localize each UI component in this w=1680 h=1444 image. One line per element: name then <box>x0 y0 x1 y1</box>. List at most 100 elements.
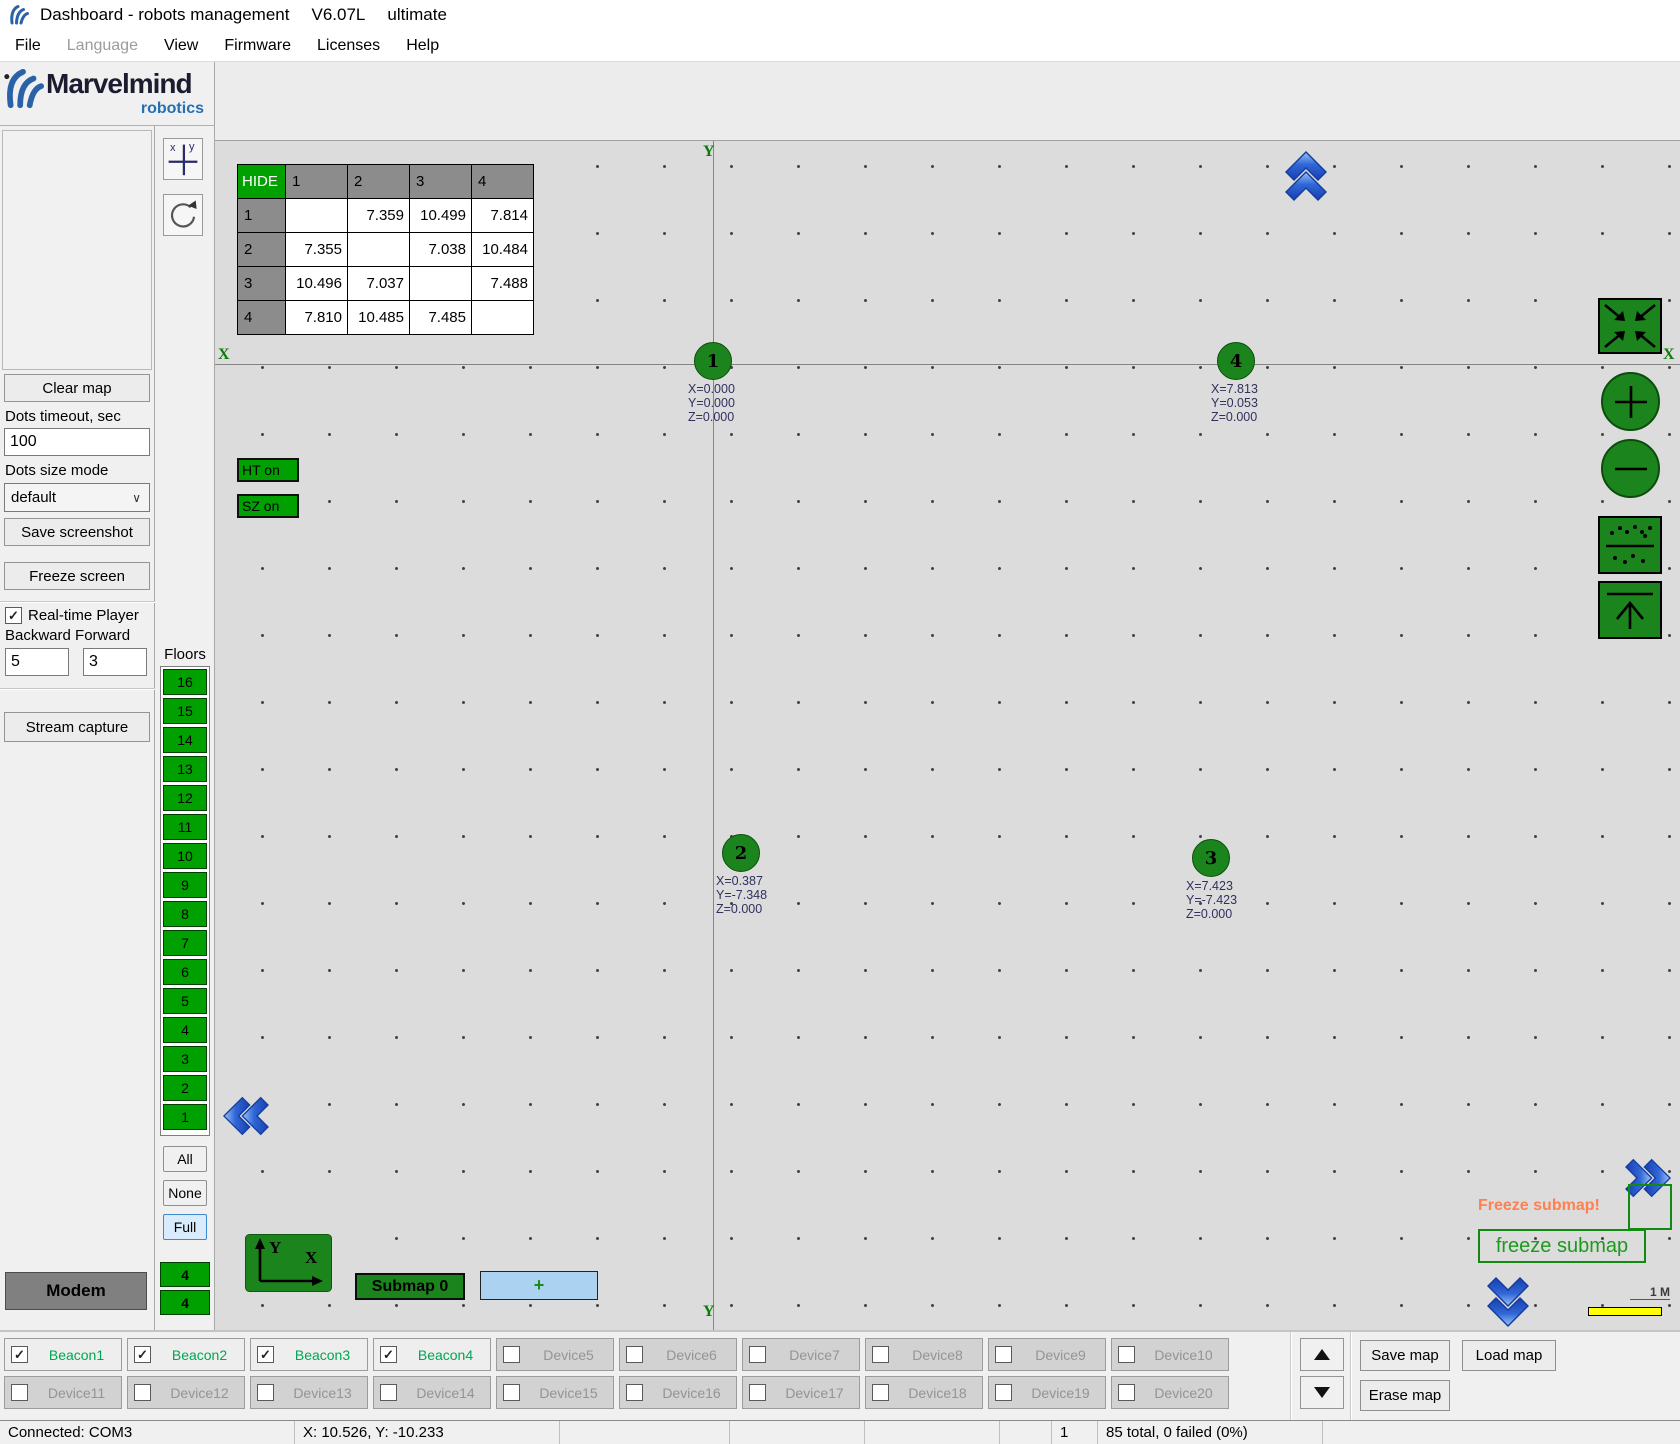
load-map-button[interactable]: Load map <box>1462 1340 1556 1371</box>
device-toggle-beacon1[interactable]: Beacon1 <box>4 1338 122 1371</box>
sz-toggle-button[interactable]: SZ on <box>237 494 299 518</box>
pan-up-icon[interactable] <box>1283 151 1329 206</box>
checkbox-icon[interactable] <box>749 1346 766 1363</box>
stream-capture-button[interactable]: Stream capture <box>4 712 150 742</box>
device-toggle-beacon3[interactable]: Beacon3 <box>250 1338 368 1371</box>
dots-size-select[interactable]: default ∨ <box>4 483 150 512</box>
ht-toggle-button[interactable]: HT on <box>237 458 299 482</box>
floor-button-7[interactable]: 7 <box>163 930 207 956</box>
checkbox-icon[interactable] <box>134 1346 151 1363</box>
device-toggle-beacon2[interactable]: Beacon2 <box>127 1338 245 1371</box>
freeze-submap-checkbox[interactable] <box>1628 1184 1672 1230</box>
zoom-in-button[interactable] <box>1601 372 1660 431</box>
device-toggle-device9[interactable]: Device9 <box>988 1338 1106 1371</box>
checkbox-icon[interactable] <box>626 1384 643 1401</box>
floor-button-4[interactable]: 4 <box>163 1017 207 1043</box>
floors-none-button[interactable]: None <box>163 1180 207 1206</box>
checkbox-icon[interactable] <box>11 1384 28 1401</box>
menu-file[interactable]: File <box>2 33 54 59</box>
submap-0-button[interactable]: Submap 0 <box>355 1273 465 1300</box>
checkbox-icon[interactable] <box>626 1346 643 1363</box>
checkbox-icon[interactable] <box>995 1346 1012 1363</box>
save-map-button[interactable]: Save map <box>1360 1340 1450 1371</box>
device-toggle-beacon4[interactable]: Beacon4 <box>373 1338 491 1371</box>
floor-button-10[interactable]: 10 <box>163 843 207 869</box>
map-area[interactable]: Y Y X X HIDE123417.35910.4997.81427.3557… <box>215 140 1680 1330</box>
device-toggle-device13[interactable]: Device13 <box>250 1376 368 1409</box>
device-toggle-device12[interactable]: Device12 <box>127 1376 245 1409</box>
device-scroll-up-button[interactable] <box>1300 1338 1344 1371</box>
beacon-marker-2[interactable]: 2 <box>722 834 760 872</box>
floor-button-14[interactable]: 14 <box>163 727 207 753</box>
menu-language[interactable]: Language <box>54 33 151 59</box>
floor-button-16[interactable]: 16 <box>163 669 207 695</box>
device-scroll-down-button[interactable] <box>1300 1376 1344 1409</box>
checkbox-icon[interactable] <box>257 1384 274 1401</box>
checkbox-icon[interactable] <box>380 1346 397 1363</box>
checkbox-icon[interactable] <box>134 1384 151 1401</box>
checkbox-icon[interactable] <box>1118 1346 1135 1363</box>
freeze-submap-button[interactable]: freeze submap <box>1478 1229 1646 1263</box>
rotate-map-button[interactable] <box>163 194 203 236</box>
floor-button-15[interactable]: 15 <box>163 698 207 724</box>
device-toggle-device11[interactable]: Device11 <box>4 1376 122 1409</box>
realtime-player-toggle[interactable]: Real-time Player <box>5 607 139 624</box>
floor-button-12[interactable]: 12 <box>163 785 207 811</box>
floor-button-2[interactable]: 2 <box>163 1075 207 1101</box>
floor-extra-button-0[interactable]: 4 <box>160 1262 210 1287</box>
floor-button-13[interactable]: 13 <box>163 756 207 782</box>
floor-button-8[interactable]: 8 <box>163 901 207 927</box>
dots-timeout-input[interactable]: 100 <box>4 428 150 456</box>
checkbox-icon[interactable] <box>872 1384 889 1401</box>
checkbox-icon[interactable] <box>11 1346 28 1363</box>
device-toggle-device19[interactable]: Device19 <box>988 1376 1106 1409</box>
floors-all-button[interactable]: All <box>163 1146 207 1172</box>
menu-firmware[interactable]: Firmware <box>211 33 304 59</box>
menu-view[interactable]: View <box>151 33 211 59</box>
device-toggle-device15[interactable]: Device15 <box>496 1376 614 1409</box>
checkbox-icon[interactable] <box>380 1384 397 1401</box>
device-toggle-device18[interactable]: Device18 <box>865 1376 983 1409</box>
device-toggle-device8[interactable]: Device8 <box>865 1338 983 1371</box>
device-toggle-device10[interactable]: Device10 <box>1111 1338 1229 1371</box>
floors-full-button[interactable]: Full <box>163 1214 207 1240</box>
table-hide-cell[interactable]: HIDE <box>238 165 286 199</box>
checkbox-icon[interactable] <box>872 1346 889 1363</box>
device-toggle-device14[interactable]: Device14 <box>373 1376 491 1409</box>
device-toggle-device5[interactable]: Device5 <box>496 1338 614 1371</box>
checkbox-icon[interactable] <box>5 607 22 624</box>
menu-licenses[interactable]: Licenses <box>304 33 393 59</box>
beacon-marker-3[interactable]: 3 <box>1192 839 1230 877</box>
floor-button-1[interactable]: 1 <box>163 1104 207 1130</box>
device-toggle-device7[interactable]: Device7 <box>742 1338 860 1371</box>
modem-button[interactable]: Modem <box>5 1272 147 1310</box>
floor-button-9[interactable]: 9 <box>163 872 207 898</box>
device-toggle-device6[interactable]: Device6 <box>619 1338 737 1371</box>
checkbox-icon[interactable] <box>995 1384 1012 1401</box>
backward-input[interactable]: 5 <box>5 648 69 676</box>
checkbox-icon[interactable] <box>257 1346 274 1363</box>
dots-mode-button[interactable] <box>1598 516 1662 579</box>
distance-table[interactable]: HIDE123417.35910.4997.81427.3557.03810.4… <box>237 164 534 335</box>
clear-map-button[interactable]: Clear map <box>4 374 150 402</box>
axes-origin-button[interactable]: x y <box>163 138 203 180</box>
device-toggle-device17[interactable]: Device17 <box>742 1376 860 1409</box>
fit-view-button[interactable] <box>1598 298 1662 359</box>
save-screenshot-button[interactable]: Save screenshot <box>4 518 150 546</box>
floor-button-11[interactable]: 11 <box>163 814 207 840</box>
beacon-marker-1[interactable]: 1 <box>694 342 732 380</box>
pan-down-icon[interactable] <box>1485 1277 1531 1332</box>
floor-extra-button-1[interactable]: 4 <box>160 1290 210 1315</box>
add-submap-button[interactable]: + <box>480 1271 598 1300</box>
follow-up-button[interactable] <box>1598 581 1662 644</box>
device-toggle-device16[interactable]: Device16 <box>619 1376 737 1409</box>
menu-help[interactable]: Help <box>393 33 452 59</box>
pan-left-icon[interactable] <box>221 1093 271 1144</box>
forward-input[interactable]: 3 <box>83 648 147 676</box>
beacon-marker-4[interactable]: 4 <box>1217 342 1255 380</box>
floor-button-5[interactable]: 5 <box>163 988 207 1014</box>
device-toggle-device20[interactable]: Device20 <box>1111 1376 1229 1409</box>
checkbox-icon[interactable] <box>749 1384 766 1401</box>
checkbox-icon[interactable] <box>1118 1384 1135 1401</box>
freeze-screen-button[interactable]: Freeze screen <box>4 562 150 590</box>
